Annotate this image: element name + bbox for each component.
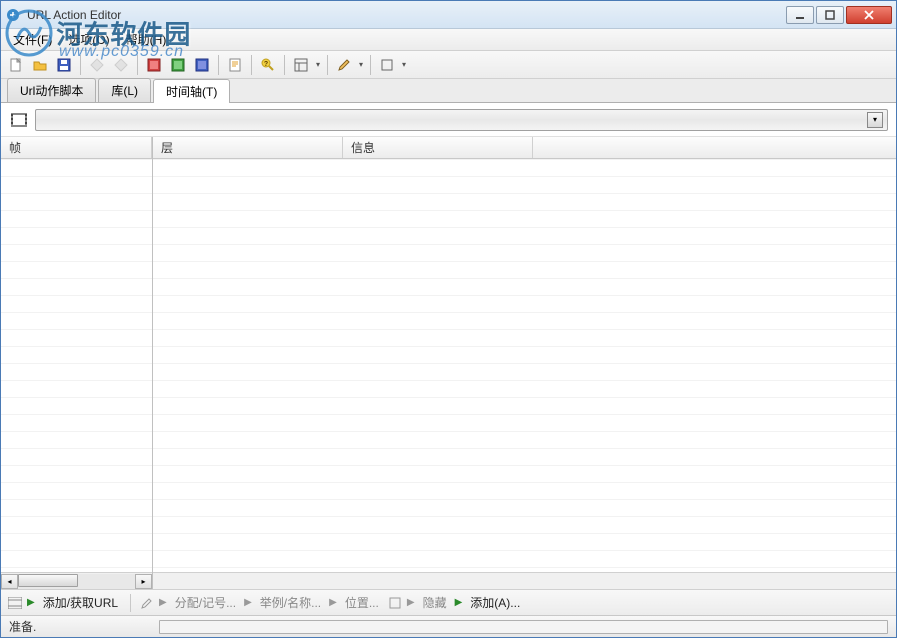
action-separator — [130, 594, 131, 612]
action-add-get-url[interactable]: 添加/获取URL — [39, 594, 122, 611]
play-icon: ▶ — [455, 597, 463, 608]
column-info[interactable]: 信息 — [343, 137, 533, 158]
scroll-thumb[interactable] — [18, 574, 78, 587]
scroll-track[interactable] — [18, 574, 135, 589]
layers-footer — [153, 572, 896, 589]
titlebar: URL Action Editor — [1, 1, 896, 29]
combo-row: ▾ — [1, 103, 896, 137]
layers-header: 层 信息 — [153, 137, 896, 159]
menu-help[interactable]: 帮助(H) — [120, 29, 173, 50]
svg-text:?: ? — [264, 61, 268, 68]
column-blank[interactable] — [533, 137, 896, 158]
play-icon: ▶ — [244, 597, 252, 608]
toolbar-separator — [251, 55, 252, 75]
diamond2-button — [110, 54, 132, 76]
tab-url-script[interactable]: Url动作脚本 — [7, 78, 96, 102]
play-icon: ▶ — [329, 597, 337, 608]
toolbar-separator — [137, 55, 138, 75]
pencil-button[interactable] — [333, 54, 355, 76]
diamond1-button — [86, 54, 108, 76]
main-split: 帧 ◂ ▸ 层 信息 — [1, 137, 896, 589]
toolbar-separator — [284, 55, 285, 75]
window-title: URL Action Editor — [27, 8, 786, 22]
tab-library[interactable]: 库(L) — [98, 78, 151, 102]
frames-header: 帧 — [1, 137, 152, 159]
toolbar-separator — [327, 55, 328, 75]
status-bar: 准备. — [1, 615, 896, 637]
menubar: 文件(F) 选项(O) 帮助(H) — [1, 29, 896, 51]
column-layer[interactable]: 层 — [153, 137, 343, 158]
frames-pane: 帧 ◂ ▸ — [1, 137, 153, 589]
toolbar-separator — [370, 55, 371, 75]
layout-button[interactable] — [290, 54, 312, 76]
toolbar-separator — [218, 55, 219, 75]
frames-grid[interactable] — [1, 159, 152, 572]
tab-timeline[interactable]: 时间轴(T) — [153, 79, 230, 103]
maximize-button[interactable] — [816, 6, 844, 24]
action-bar: ▶ 添加/获取URL ▶ 分配/记号... ▶ 举例/名称... ▶ 位置...… — [1, 589, 896, 615]
close-button[interactable] — [846, 6, 892, 24]
app-icon — [5, 7, 21, 23]
action-position[interactable]: 位置... — [341, 594, 383, 611]
action-add[interactable]: 添加(A)... — [466, 594, 524, 611]
box-blue-button[interactable] — [191, 54, 213, 76]
action-assign-symbol[interactable]: 分配/记号... — [171, 594, 240, 611]
pencil-dropdown[interactable]: ▾ — [357, 54, 365, 76]
chevron-down-icon: ▾ — [867, 112, 883, 128]
scene-combo[interactable]: ▾ — [35, 109, 888, 131]
film-strip-icon — [7, 595, 23, 611]
film-icon — [9, 110, 29, 130]
action-instance-name[interactable]: 举例/名称... — [256, 594, 325, 611]
layers-grid[interactable] — [153, 159, 896, 572]
box-red-button[interactable] — [143, 54, 165, 76]
new-file-button[interactable] — [5, 54, 27, 76]
page-dropdown[interactable]: ▾ — [400, 54, 408, 76]
script-button[interactable] — [224, 54, 246, 76]
menu-file[interactable]: 文件(F) — [7, 29, 58, 50]
menu-options[interactable]: 选项(O) — [62, 29, 115, 50]
column-frame[interactable]: 帧 — [1, 137, 152, 158]
scroll-right-button[interactable]: ▸ — [135, 574, 152, 589]
play-icon: ▶ — [159, 597, 167, 608]
layers-pane: 层 信息 — [153, 137, 896, 589]
minimize-button[interactable] — [786, 6, 814, 24]
layout-dropdown[interactable]: ▾ — [314, 54, 322, 76]
save-button[interactable] — [53, 54, 75, 76]
scroll-left-button[interactable]: ◂ — [1, 574, 18, 589]
toolbar: ? ▾ ▾ ▾ — [1, 51, 896, 79]
open-folder-button[interactable] — [29, 54, 51, 76]
play-icon: ▶ — [27, 597, 35, 608]
page-button[interactable] — [376, 54, 398, 76]
box-green-button[interactable] — [167, 54, 189, 76]
action-hide[interactable]: 隐藏 — [419, 594, 451, 611]
play-icon: ▶ — [407, 597, 415, 608]
status-text: 准备. — [9, 618, 159, 635]
app-window: 河东软件园 www.pc0359.cn URL Action Editor 文件… — [0, 0, 897, 638]
pencil-icon — [139, 595, 155, 611]
page-small-icon — [387, 595, 403, 611]
frames-scrollbar[interactable]: ◂ ▸ — [1, 572, 152, 589]
progress-bar — [159, 620, 888, 634]
help-button[interactable]: ? — [257, 54, 279, 76]
toolbar-separator — [80, 55, 81, 75]
tab-strip: Url动作脚本 库(L) 时间轴(T) — [1, 79, 896, 103]
